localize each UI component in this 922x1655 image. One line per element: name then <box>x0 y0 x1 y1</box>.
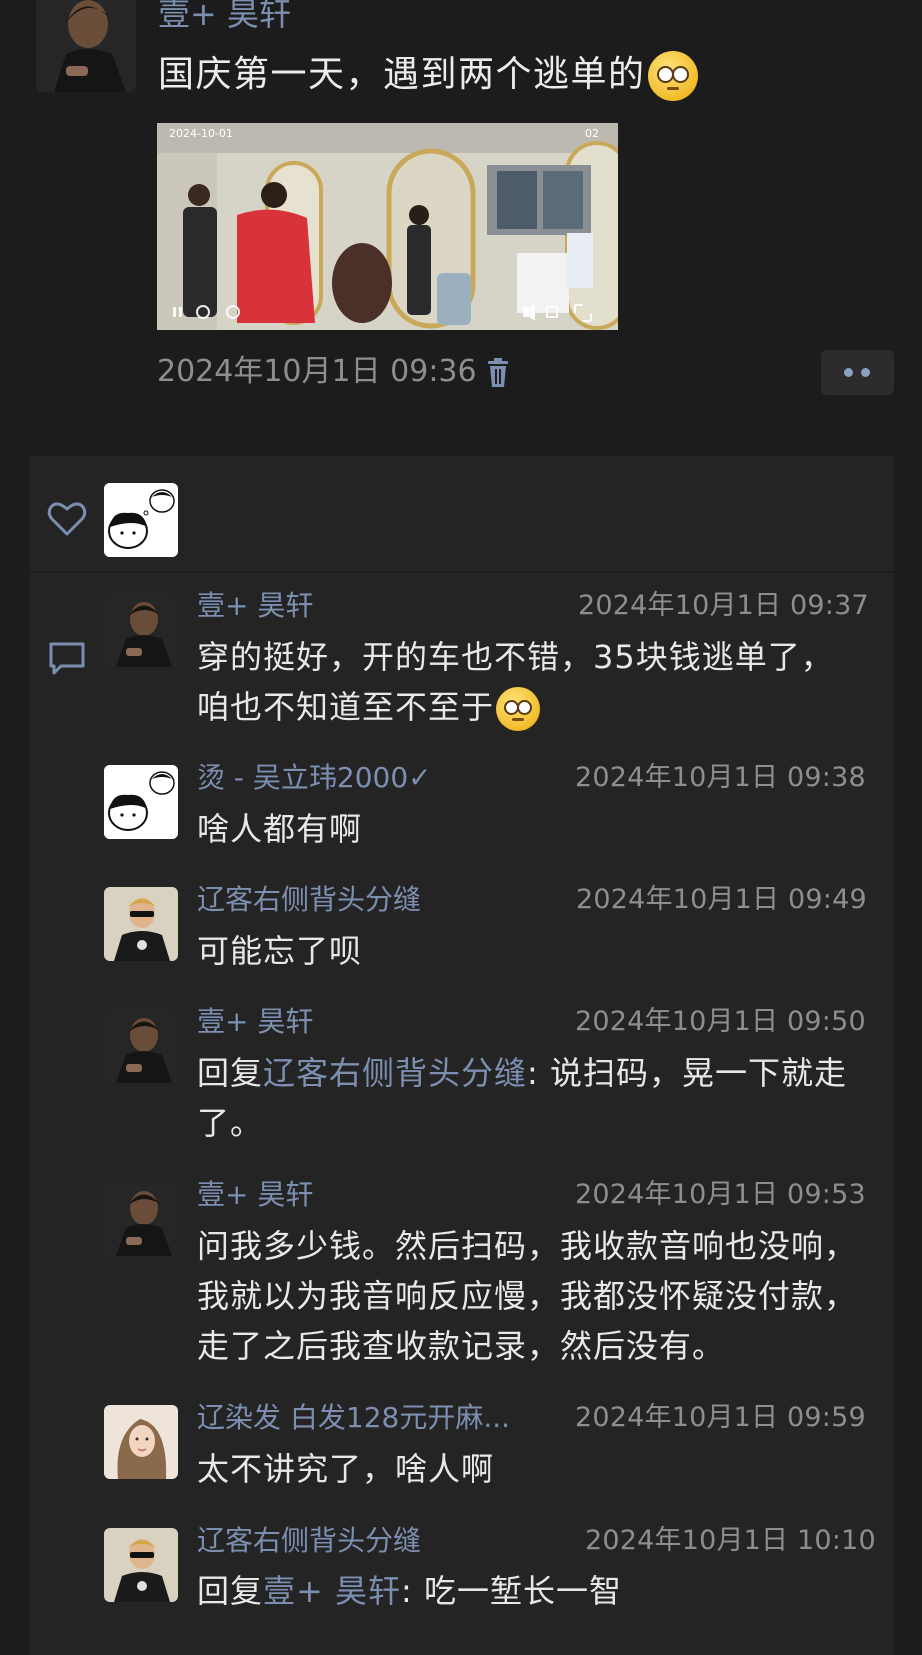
likes-divider <box>30 571 894 573</box>
comment-author[interactable]: 壹+ 昊轩 <box>197 588 313 624</box>
comment-time: 2024年10月1日 09:59 <box>575 1402 866 1433</box>
reply-target-link[interactable]: 辽客右侧背头分缝 <box>263 1054 527 1092</box>
more-button[interactable] <box>821 350 894 395</box>
post-text: 国庆第一天，遇到两个逃单的 <box>158 48 698 102</box>
video-overlay-date: 2024-10-01 <box>169 127 233 140</box>
video-overlay-corner: 02 <box>585 127 599 140</box>
trash-icon[interactable] <box>484 357 512 389</box>
reply-target-link[interactable]: 壹+ 昊轩 <box>263 1572 401 1610</box>
heart-icon[interactable] <box>47 500 87 538</box>
comment-time: 2024年10月1日 09:53 <box>575 1179 866 1210</box>
comment-avatar-man-portrait[interactable] <box>104 1009 178 1083</box>
more-dots-icon-b <box>861 368 870 377</box>
reply-prefix: 回复 <box>197 1054 264 1092</box>
comment-author[interactable]: 辽客右侧背头分缝 <box>197 1523 421 1559</box>
comment-avatar-woman-portrait[interactable] <box>104 1405 178 1479</box>
comment-text: 可能忘了呗 <box>197 932 363 970</box>
comment-text: 啥人都有啊 <box>197 810 363 848</box>
comment-text: 太不讲究了，啥人啊 <box>197 1450 495 1488</box>
reply-prefix: 回复 <box>197 1572 264 1610</box>
comment-author[interactable]: 壹+ 昊轩 <box>197 1004 313 1040</box>
comment-author[interactable]: 辽染发 白发128元开麻... <box>197 1400 510 1436</box>
pleading-face-emoji <box>647 51 698 101</box>
comment-author[interactable]: 壹+ 昊轩 <box>197 1177 313 1213</box>
pleading-face-emoji <box>496 687 541 731</box>
post-text-content: 国庆第一天，遇到两个逃单的 <box>158 54 646 95</box>
comment-avatar-man-sunglasses[interactable] <box>104 1528 178 1602</box>
comment-text: 问我多少钱。然后扫码，我收款音响也没响，我就以为我音响反应慢，我都没怀疑没付款，… <box>197 1227 858 1365</box>
comment-text: 穿的挺好，开的车也不错，35块钱逃单了，咱也不知道至不至于 <box>197 632 857 732</box>
reply-separator: : <box>527 1054 550 1092</box>
comment-time: 2024年10月1日 09:38 <box>575 762 866 793</box>
comment-author[interactable]: 烫 - 吴立玮2000✓ <box>197 760 432 796</box>
comment-author[interactable]: 辽客右侧背头分缝 <box>197 882 421 918</box>
comment-avatar-man-portrait[interactable] <box>104 593 178 667</box>
comment-time: 2024年10月1日 10:10 <box>585 1525 876 1556</box>
comment-avatar-man-sunglasses[interactable] <box>104 887 178 961</box>
comment-text: 回复壹+ 昊轩: 吃一堑长一智 <box>197 1566 857 1616</box>
comment-time: 2024年10月1日 09:49 <box>576 884 867 915</box>
author-avatar[interactable] <box>36 0 136 92</box>
liker-avatar[interactable] <box>104 483 178 557</box>
comment-avatar-man-portrait[interactable] <box>104 1182 178 1256</box>
comment-time: 2024年10月1日 09:50 <box>575 1006 866 1037</box>
reply-separator: : <box>401 1572 424 1610</box>
video-thumbnail[interactable]: 2024-10-01 02 <box>157 123 618 330</box>
comment-time: 2024年10月1日 09:37 <box>578 590 869 621</box>
comment-icon[interactable] <box>47 640 87 676</box>
comment-avatar-cartoon-boy[interactable] <box>104 765 178 839</box>
more-dots-icon <box>844 368 853 377</box>
post-timestamp: 2024年10月1日 09:36 <box>157 354 477 389</box>
comment-text-content: 吃一堑长一智 <box>423 1572 622 1610</box>
comment-text: 回复辽客右侧背头分缝: 说扫码，晃一下就走了。 <box>197 1048 847 1148</box>
author-name[interactable]: 壹+ 昊轩 <box>158 0 291 34</box>
